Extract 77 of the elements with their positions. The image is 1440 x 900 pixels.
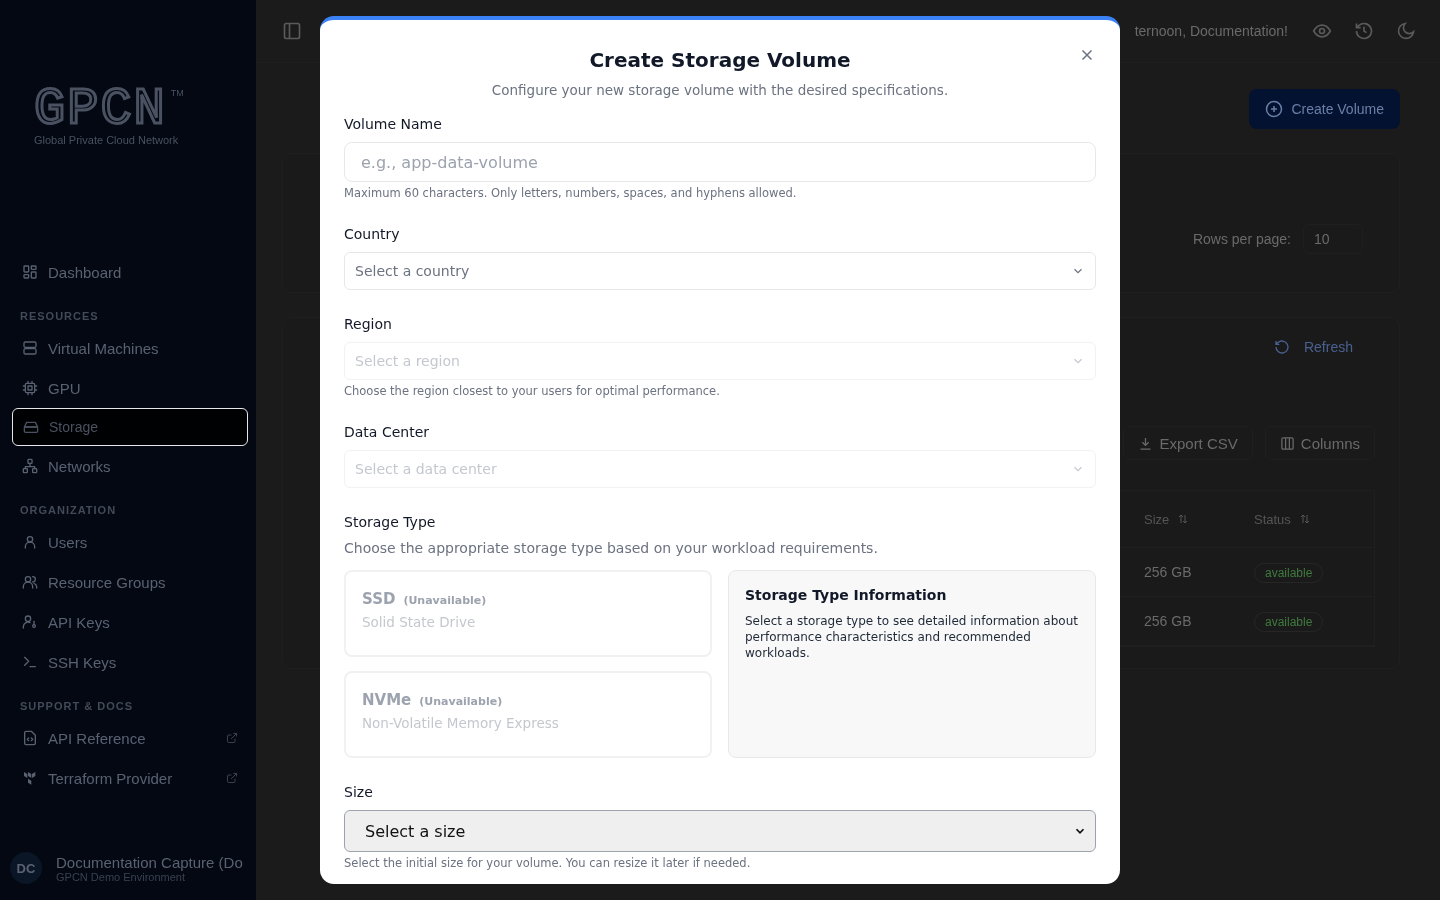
option-note: (Unavailable) xyxy=(419,695,503,708)
option-description: Non-Volatile Memory Express xyxy=(362,715,560,731)
export-csv-button[interactable]: Export CSV xyxy=(1123,426,1253,460)
file-icon xyxy=(22,730,38,746)
dialog-subtitle: Configure your new storage volume with the desired specifications. xyxy=(490,82,950,98)
field-label: Region xyxy=(344,316,393,332)
info-title: Storage Type Information xyxy=(745,587,948,603)
option-name: SSD xyxy=(362,590,396,608)
dialog-title: Create Storage Volume xyxy=(588,48,852,72)
column-header[interactable]: Status xyxy=(1254,511,1291,527)
network-icon xyxy=(22,458,38,474)
external-link-icon xyxy=(226,772,238,784)
create-volume-button[interactable]: Create Volume xyxy=(1249,89,1400,129)
drive-icon xyxy=(23,419,39,435)
refresh-button[interactable]: Refresh xyxy=(1267,338,1359,356)
terraform-icon xyxy=(22,770,38,786)
rows-per-page-label: Rows per page: xyxy=(1192,231,1291,247)
history-icon[interactable] xyxy=(1354,21,1374,41)
external-link-icon xyxy=(226,732,238,744)
option-name: NVMe xyxy=(362,691,412,709)
section-heading: SUPPORT & DOCS xyxy=(19,699,134,714)
table-cell-text: 256 GB xyxy=(1144,613,1193,629)
option-note: (Unavailable) xyxy=(403,594,487,607)
refresh-icon xyxy=(1273,339,1290,355)
greeting: ternoon, Documentation! xyxy=(1134,23,1288,39)
nav-item[interactable]: API Keys xyxy=(12,602,248,642)
columns-icon xyxy=(1279,435,1295,451)
sidebar-toggle-icon[interactable] xyxy=(282,21,302,41)
nav-item[interactable]: Dashboard xyxy=(12,252,248,292)
userkey-icon xyxy=(22,614,38,630)
nav-item[interactable]: GPU xyxy=(12,368,248,408)
nav-item[interactable]: API Reference xyxy=(12,718,248,758)
field-label: Country xyxy=(344,226,401,242)
nav-item[interactable]: Terraform Provider xyxy=(12,758,248,798)
volume-name-field[interactable]: e.g., app-data-volume xyxy=(344,142,1096,182)
users-icon xyxy=(22,574,38,590)
trademark-sign: TM xyxy=(170,88,184,98)
nav-item[interactable]: Virtual Machines xyxy=(12,328,248,368)
column-header[interactable]: Size xyxy=(1144,511,1170,527)
field-label: Volume Name xyxy=(344,116,443,132)
download-icon xyxy=(1138,435,1154,451)
field-label: Storage Type xyxy=(344,514,437,530)
help-text: Select the initial size for your volume. You can resize it later if needed. xyxy=(344,856,752,870)
field-label: Data Center xyxy=(344,424,430,440)
server-icon xyxy=(22,340,38,356)
grid-icon xyxy=(22,264,38,280)
info-text: Select a storage type to see detailed information about performance characteristics and recommended workloads. xyxy=(745,613,1079,661)
nav-item[interactable]: Storage xyxy=(12,408,248,446)
help-text: Maximum 60 characters. Only letters, numbers, spaces, and hyphens allowed. xyxy=(344,186,798,200)
user-name: Documentation Capture (Do xyxy=(56,853,243,871)
nav-item[interactable]: Users xyxy=(12,522,248,562)
rows-per-page-select[interactable]: 10 xyxy=(1303,224,1363,254)
eye-icon[interactable] xyxy=(1312,21,1332,41)
terminal-icon xyxy=(22,654,38,670)
user-icon xyxy=(22,534,38,550)
organization-name: GPCN Demo Environment xyxy=(56,870,185,883)
section-heading: RESOURCES xyxy=(19,309,100,324)
columns-button[interactable]: Columns xyxy=(1264,426,1375,460)
logo-wordmark: GPCN xyxy=(34,88,167,132)
table-cell-text: 256 GB xyxy=(1144,564,1193,580)
nav-item[interactable]: Resource Groups xyxy=(12,562,248,602)
select-field[interactable]: Select a country xyxy=(344,252,1096,290)
help-text: Choose the appropriate storage type based on your workload requirements. xyxy=(344,540,879,556)
field-label: Size xyxy=(344,784,374,800)
plus-circle-icon xyxy=(1265,100,1284,118)
sort-icon[interactable] xyxy=(1298,513,1311,525)
sort-icon[interactable] xyxy=(1177,513,1190,525)
section-heading: ORGANIZATION xyxy=(19,503,118,518)
logo-tagline: Global Private Cloud Network xyxy=(34,134,180,146)
chip-icon xyxy=(22,380,38,396)
nav-item[interactable]: Networks xyxy=(12,446,248,486)
moon-icon[interactable] xyxy=(1396,21,1416,41)
size-select[interactable]: Select a size xyxy=(344,810,1096,852)
avatar: DC xyxy=(10,852,42,884)
help-text: Choose the region closest to your users for optimal performance. xyxy=(344,384,721,398)
option-description: Solid State Drive xyxy=(362,614,477,630)
nav-item[interactable]: SSH Keys xyxy=(12,642,248,682)
